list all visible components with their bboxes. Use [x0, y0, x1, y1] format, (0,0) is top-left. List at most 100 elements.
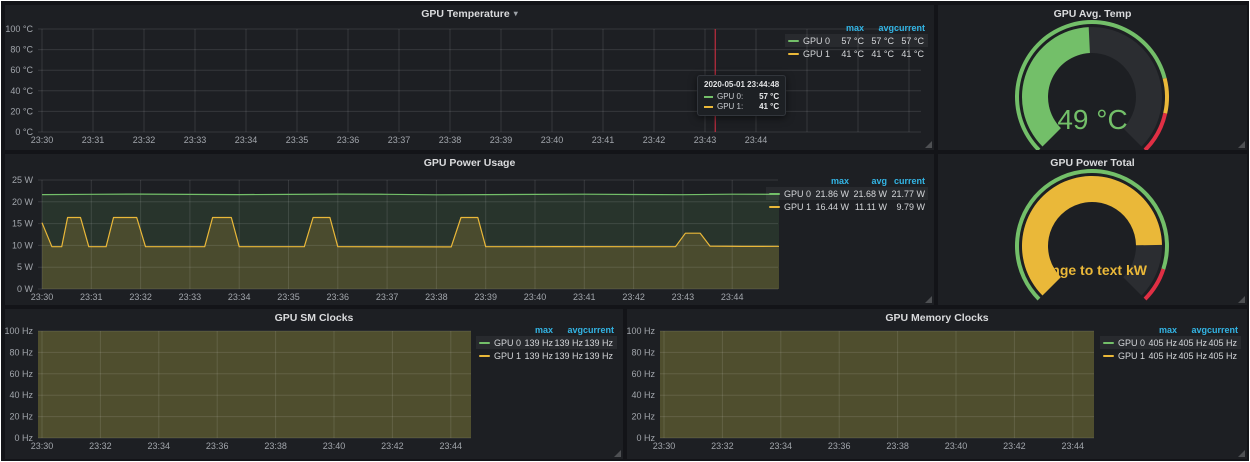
legend-header-avg[interactable]: avg — [849, 176, 887, 186]
panel-gpu-avg-temp: GPU Avg. Temp 49 °C — [938, 5, 1247, 150]
svg-text:25 W: 25 W — [12, 175, 34, 185]
svg-text:80 °C: 80 °C — [10, 45, 33, 55]
svg-text:23:39: 23:39 — [490, 135, 513, 145]
svg-text:100 Hz: 100 Hz — [627, 326, 655, 336]
gpu-power-total-gauge — [938, 154, 1247, 305]
legend-header-avg[interactable]: avg — [553, 325, 583, 335]
svg-text:23:40: 23:40 — [323, 441, 346, 451]
svg-text:23:37: 23:37 — [388, 135, 411, 145]
svg-text:23:43: 23:43 — [672, 292, 695, 302]
legend-series-gpu-1[interactable]: GPU 1 — [769, 202, 811, 212]
panel-title-gpu-power-total[interactable]: GPU Power Total — [938, 157, 1247, 169]
tooltip-timestamp: 2020-05-01 23:44:48 — [704, 80, 779, 89]
svg-text:23:30: 23:30 — [31, 292, 54, 302]
legend-series-gpu-0[interactable]: GPU 0 — [1103, 338, 1147, 348]
svg-text:23:44: 23:44 — [440, 441, 463, 451]
legend-value: 405 Hz — [1177, 338, 1207, 348]
legend-header-avg[interactable]: avg — [864, 23, 894, 33]
svg-text:23:36: 23:36 — [828, 441, 851, 451]
legend-series-gpu-0[interactable]: GPU 0 — [479, 338, 523, 348]
tooltip-series-value: 57 °C — [749, 92, 779, 101]
legend-header-max[interactable]: max — [1147, 325, 1177, 335]
svg-text:23:34: 23:34 — [148, 441, 171, 451]
legend-header-max[interactable]: max — [811, 176, 849, 186]
legend-value: 139 Hz — [583, 351, 613, 361]
legend-header-current[interactable]: current — [887, 176, 925, 186]
svg-text:20 °C: 20 °C — [10, 106, 33, 116]
panel-title-text: GPU Avg. Temp — [1054, 8, 1132, 20]
svg-text:40 °C: 40 °C — [10, 86, 33, 96]
panel-title-text: GPU Memory Clocks — [885, 312, 988, 324]
legend-value: 139 Hz — [583, 338, 613, 348]
svg-text:23:36: 23:36 — [327, 292, 350, 302]
panel-resize-handle[interactable] — [1238, 450, 1245, 457]
legend-value: 57 °C — [894, 36, 924, 46]
gauge-value: range to text kW — [938, 262, 1247, 278]
legend-value: 139 Hz — [523, 351, 553, 361]
legend-row: GPU 1405 Hz405 Hz405 Hz — [1100, 349, 1241, 362]
svg-text:60 Hz: 60 Hz — [9, 369, 33, 379]
panel-title-text: GPU Temperature — [421, 8, 510, 20]
legend-value: 21.86 W — [811, 189, 849, 199]
legend-series-gpu-1[interactable]: GPU 1 — [479, 351, 523, 361]
panel-resize-handle[interactable] — [925, 296, 932, 303]
legend-value: 57 °C — [834, 36, 864, 46]
svg-text:23:34: 23:34 — [770, 441, 793, 451]
svg-text:23:31: 23:31 — [82, 135, 105, 145]
svg-text:100 Hz: 100 Hz — [5, 326, 33, 336]
legend-header-current[interactable]: current — [894, 23, 925, 33]
panel-title-gpu-avg-temp[interactable]: GPU Avg. Temp — [938, 8, 1247, 20]
svg-text:23:32: 23:32 — [129, 292, 152, 302]
svg-text:5 W: 5 W — [17, 262, 34, 272]
legend-series-label: GPU 0 — [494, 338, 521, 348]
legend-value: 41 °C — [894, 49, 924, 59]
legend-series-gpu-1[interactable]: GPU 1 — [788, 49, 834, 59]
legend-value: 41 °C — [864, 49, 894, 59]
legend-row: GPU 021.86 W21.68 W21.77 W — [766, 187, 928, 200]
svg-text:20 Hz: 20 Hz — [9, 412, 33, 422]
panel-title-gpu-memory-clocks[interactable]: GPU Memory Clocks — [627, 312, 1247, 324]
panel-gpu-power-total: GPU Power Total range to text kW — [938, 154, 1247, 305]
legend-gpu-power-usage: maxavgcurrentGPU 021.86 W21.68 W21.77 WG… — [766, 174, 928, 213]
panel-resize-handle[interactable] — [1238, 141, 1245, 148]
panel-title-gpu-power-usage[interactable]: GPU Power Usage — [5, 157, 934, 169]
legend-value: 21.77 W — [887, 189, 925, 199]
svg-text:23:35: 23:35 — [277, 292, 300, 302]
grafana-dashboard: GPU Temperature▾ 0 °C20 °C40 °C60 °C80 °… — [1, 1, 1249, 461]
svg-text:60 Hz: 60 Hz — [631, 369, 655, 379]
legend-value: 139 Hz — [553, 351, 583, 361]
panel-resize-handle[interactable] — [925, 141, 932, 148]
tooltip-series-value: 41 °C — [749, 102, 779, 111]
panel-resize-handle[interactable] — [1238, 296, 1245, 303]
legend-series-gpu-0[interactable]: GPU 0 — [788, 36, 834, 46]
series-color-dash-icon — [479, 355, 490, 357]
legend-header-avg[interactable]: avg — [1177, 325, 1207, 335]
legend-header-current[interactable]: current — [583, 325, 614, 335]
legend-header-max[interactable]: max — [523, 325, 553, 335]
panel-title-gpu-sm-clocks[interactable]: GPU SM Clocks — [5, 312, 623, 324]
svg-text:23:42: 23:42 — [381, 441, 404, 451]
series-color-dash-icon — [769, 206, 780, 208]
legend-value: 21.68 W — [849, 189, 887, 199]
panel-resize-handle[interactable] — [614, 450, 621, 457]
svg-text:23:41: 23:41 — [573, 292, 596, 302]
legend-series-gpu-1[interactable]: GPU 1 — [1103, 351, 1147, 361]
legend-header-current[interactable]: current — [1207, 325, 1238, 335]
legend-value: 405 Hz — [1177, 351, 1207, 361]
svg-text:23:30: 23:30 — [653, 441, 676, 451]
svg-text:23:38: 23:38 — [425, 292, 448, 302]
svg-text:23:35: 23:35 — [286, 135, 309, 145]
panel-title-gpu-temperature[interactable]: GPU Temperature▾ — [5, 8, 934, 20]
chart-tooltip: 2020-05-01 23:44:48 GPU 0:57 °CGPU 1:41 … — [697, 75, 786, 116]
svg-text:15 W: 15 W — [12, 219, 34, 229]
legend-series-label: GPU 0 — [803, 36, 830, 46]
svg-text:23:38: 23:38 — [264, 441, 287, 451]
legend-header-max[interactable]: max — [834, 23, 864, 33]
svg-text:80 Hz: 80 Hz — [9, 347, 33, 357]
svg-text:23:32: 23:32 — [133, 135, 156, 145]
legend-series-gpu-0[interactable]: GPU 0 — [769, 189, 811, 199]
svg-text:23:37: 23:37 — [376, 292, 399, 302]
legend-series-label: GPU 1 — [1118, 351, 1145, 361]
legend-gpu-memory-clocks: maxavgcurrentGPU 0405 Hz405 Hz405 HzGPU … — [1100, 323, 1241, 362]
svg-text:23:42: 23:42 — [643, 135, 666, 145]
